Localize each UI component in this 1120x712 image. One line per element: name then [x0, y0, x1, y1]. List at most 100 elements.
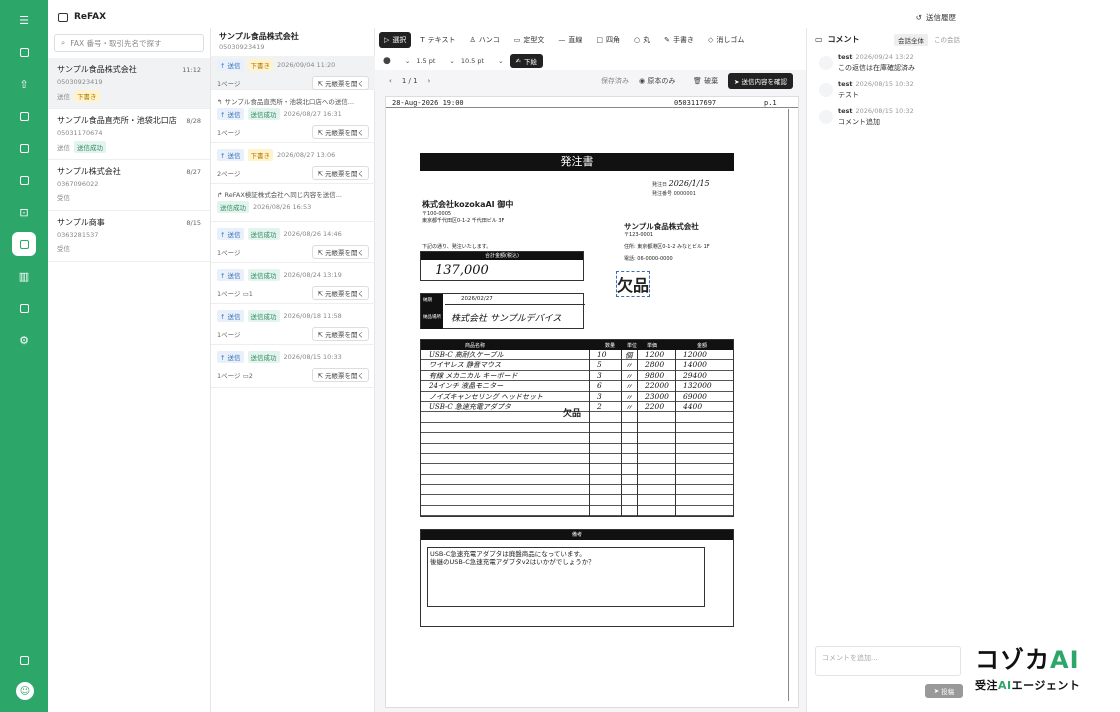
- sidebar-toggle-icon[interactable]: [14, 650, 34, 670]
- page-count: 2ページ: [217, 170, 241, 178]
- table-row: [421, 464, 733, 475]
- robot-icon[interactable]: ⊡: [14, 202, 34, 222]
- table-cell: 3: [597, 370, 602, 380]
- remarks-box: 備考 USB-C急速充電アダプタは廃盤商品になっています。 後継のUSB-C急速…: [420, 529, 734, 627]
- chevron-down-icon: ⌄: [404, 57, 411, 65]
- text-icon: T: [420, 36, 425, 44]
- message-item[interactable]: ↰ サンプル食品直売所・池袋北口店への送信... ↑ 送信 送信成功 2026/08…: [211, 93, 375, 143]
- table-row: [421, 423, 733, 434]
- remarks-textbox[interactable]: USB-C急速充電アダプタは廃盤商品になっています。 後継のUSB-C急速充電ア…: [427, 547, 705, 607]
- tool-label: 直線: [568, 36, 583, 44]
- total-box: 合計金額(税込) 137,000: [420, 251, 584, 281]
- open-original-label: 元帳票を開く: [325, 249, 364, 257]
- draft-button[interactable]: ✍ 下絵: [509, 54, 543, 68]
- database-icon[interactable]: [14, 138, 34, 158]
- tool-stamp[interactable]: ♙ ハンコ: [464, 32, 504, 48]
- circle-icon: ○: [634, 36, 641, 44]
- order-no: 0000001: [673, 191, 696, 197]
- upload-icon[interactable]: ⇧: [14, 74, 34, 94]
- table-cell: 1200: [645, 350, 665, 359]
- stroke-select[interactable]: 1.5 pt ⌄: [416, 57, 455, 65]
- column-header: 数量: [605, 343, 616, 349]
- tool-select[interactable]: ▷ 選択: [379, 32, 412, 48]
- discard-button[interactable]: 🗑 破棄: [693, 76, 718, 86]
- dashboard-icon[interactable]: [14, 42, 34, 62]
- open-original-button[interactable]: ⇱ 元帳票を開く: [312, 327, 369, 341]
- table-row: [421, 495, 733, 506]
- inbox-icon[interactable]: [14, 106, 34, 126]
- status-badge: 下書き: [247, 149, 274, 161]
- table-cell: 〃: [625, 361, 633, 371]
- document-icon[interactable]: [14, 298, 34, 318]
- open-original-button[interactable]: ⇱ 元帳票を開く: [312, 245, 369, 259]
- open-original-button[interactable]: ⇱ 元帳票を開く: [312, 368, 369, 382]
- font-size-select[interactable]: 10.5 pt ⌄: [461, 57, 504, 65]
- tool-eraser[interactable]: ◇ 消しゴム: [703, 32, 749, 48]
- table-cell: 12000: [683, 350, 707, 359]
- conversation-item[interactable]: サンプル株式会社 0367096022 8/27 受信: [48, 160, 210, 211]
- sender-zip: 〒123-0001: [624, 232, 654, 238]
- search-icon: ⌕: [61, 38, 66, 47]
- status-badge: 送信成功: [217, 201, 249, 213]
- open-original-button[interactable]: ⇱ 元帳票を開く: [312, 166, 369, 180]
- open-original-label: 元帳票を開く: [325, 290, 364, 298]
- message-item[interactable]: ↑ 送信 下書き 2026/08/27 13:06 2ページ ⇱ 元帳票を開く: [211, 146, 375, 184]
- message-item[interactable]: ↑ 送信 送信成功 2026/08/26 14:46 1ページ ⇱ 元帳票を開く: [211, 225, 375, 263]
- tool-label: 手書き: [672, 36, 694, 44]
- remarks-line: 後継のUSB-C急速充電アダプタv2はいかがでしょうか？: [430, 558, 595, 566]
- color-select[interactable]: ● ⌄: [383, 56, 410, 66]
- scope-all-tab[interactable]: 会話全体: [894, 34, 928, 46]
- chart-icon[interactable]: ▥: [14, 266, 34, 286]
- message-item[interactable]: ↑ 送信 送信成功 2026/08/15 10:33 1ページ ▭2 ⇱ 元帳票を開く: [211, 348, 375, 388]
- scope-this-tab[interactable]: この会話: [934, 34, 960, 46]
- prev-page-icon[interactable]: ‹: [389, 77, 392, 85]
- annotation-toolbar: ▷ 選択 T テキスト ♙ ハンコ ▭ 定型文 — 直線 □ 四角 ○ 丸 ✎ 手書き ◇ 消しゴ…: [375, 28, 806, 52]
- history-button[interactable]: ↺ 送信履歴: [916, 12, 956, 23]
- confirm-send-button[interactable]: ➤ 送信内容を確認: [728, 73, 794, 89]
- message-date: 2026/08/27 13:06: [277, 151, 336, 159]
- search-input[interactable]: ⌕ FAX 番号・取引先名で探す: [54, 34, 204, 52]
- page-count: 1ページ: [217, 129, 241, 137]
- fax-page: 28-Aug-2026 19:00 0503117697 p.1 発注書 発注日…: [385, 96, 799, 708]
- tool-line[interactable]: — 直線: [553, 32, 587, 48]
- table-cell: 10: [597, 350, 607, 359]
- table-cell: 〃: [625, 371, 633, 381]
- sender-tel-label: 電話:: [624, 256, 636, 262]
- comment-icon: ▭: [815, 34, 823, 44]
- comment-input[interactable]: コメントを追加...: [815, 646, 961, 676]
- message-item[interactable]: ↱ ReFAX検証株式会社へ同じ内容を送信... 送信成功 2026/08/26 …: [211, 186, 375, 222]
- post-button[interactable]: ➤ 投稿: [925, 684, 963, 698]
- next-page-icon[interactable]: ›: [428, 77, 431, 85]
- tool-pen[interactable]: ✎ 手書き: [659, 32, 699, 48]
- chat-icon[interactable]: [12, 232, 36, 256]
- fax-icon: [58, 12, 68, 22]
- comment-item: test 2026/09/24 13:22 この返信は在庫確認済み: [807, 50, 968, 77]
- message-item[interactable]: ↑ 送信 下書き 2026/09/04 11:20 1ページ ⇱ 元帳票を開く: [211, 56, 375, 90]
- open-original-button[interactable]: ⇱ 元帳票を開く: [312, 125, 369, 139]
- user-avatar[interactable]: ☺: [14, 680, 36, 702]
- message-item[interactable]: ↑ 送信 送信成功 2026/08/18 11:58 1ページ ⇱ 元帳票を開く: [211, 307, 375, 345]
- comment-avatar: [819, 56, 833, 70]
- message-item[interactable]: ↑ 送信 送信成功 2026/08/24 13:19 1ページ ▭1 ⇱ 元帳票を開く: [211, 266, 375, 304]
- tool-rect[interactable]: □ 四角: [591, 32, 625, 48]
- open-original-button[interactable]: ⇱ 元帳票を開く: [312, 286, 369, 300]
- layout-icon[interactable]: [14, 170, 34, 190]
- tool-label: 定型文: [523, 36, 545, 44]
- table-cell: 〃: [625, 402, 633, 412]
- open-original-button[interactable]: ⇱ 元帳票を開く: [312, 76, 369, 90]
- tool-template[interactable]: ▭ 定型文: [509, 32, 550, 48]
- original-only-button[interactable]: ◉ 原本のみ: [639, 76, 675, 86]
- settings-icon[interactable]: ⚙: [14, 330, 34, 350]
- conversation-phone: 05031170674: [57, 129, 103, 137]
- conversation-item[interactable]: サンプル食品株式会社 05030923419 11:12 送信 下書き: [48, 58, 210, 109]
- tool-circle[interactable]: ○ 丸: [629, 32, 655, 48]
- menu-icon[interactable]: ☰: [14, 10, 34, 30]
- fax-viewer: ▷ 選択 T テキスト ♙ ハンコ ▭ 定型文 — 直線 □ 四角 ○ 丸 ✎ 手書き ◇ 消しゴ…: [375, 28, 806, 712]
- tool-text[interactable]: T テキスト: [415, 32, 460, 48]
- conversation-item[interactable]: サンプル食品直売所・池袋北口店 05031170674 8/28 送信 送信成功: [48, 109, 210, 160]
- total-label: 合計金額(税込): [421, 252, 583, 260]
- conversation-item[interactable]: サンプル商事 0363281537 8/15 受信: [48, 211, 210, 262]
- comment-user: test: [838, 107, 853, 115]
- shortage-stamp[interactable]: 欠品: [616, 271, 650, 297]
- conversation-meta: 送信: [57, 93, 70, 101]
